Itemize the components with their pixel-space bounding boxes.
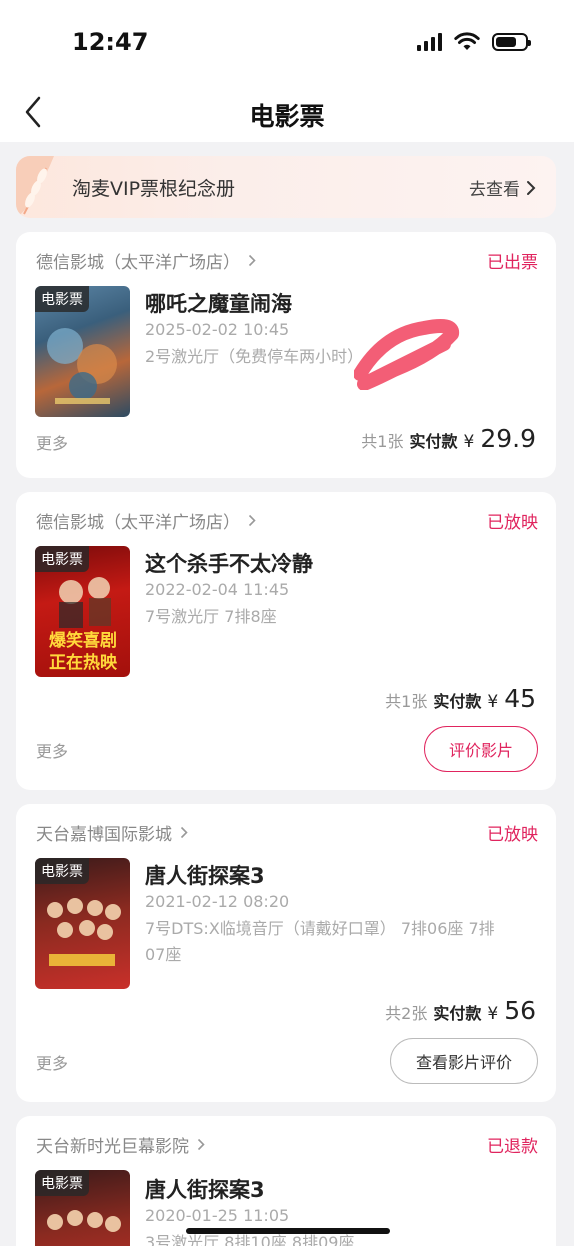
ticket-count: 共2张 — [385, 1004, 428, 1023]
home-indicator — [186, 1228, 390, 1234]
paid-label: 实付款 — [433, 692, 482, 711]
order-card[interactable]: 德信影城（太平洋广场店） 已出票 电影票 哪吒之魔童闹海 2025-02-02 … — [16, 232, 556, 478]
showtime: 2025-02-02 10:45 — [145, 320, 290, 339]
movie-title: 这个杀手不太冷静 — [145, 552, 313, 576]
price-row: 共1张 实付款 ¥ 45 — [385, 684, 536, 713]
more-link[interactable]: 更多 — [36, 430, 68, 454]
vip-banner-link-label: 去查看 — [469, 180, 520, 200]
chevron-right-icon — [180, 826, 188, 839]
movie-title: 唐人街探案3 — [145, 1178, 265, 1202]
cinema-name[interactable]: 天台嘉博国际影城 — [36, 820, 188, 845]
hall-info-line: 7号DTS:X临境音厅（请戴好口罩） 7排06座 7排 — [145, 919, 495, 938]
status-time: 12:47 — [72, 28, 149, 56]
vip-banner-link[interactable]: 去查看 — [469, 175, 536, 200]
currency-symbol: ¥ — [463, 432, 475, 452]
order-status: 已放映 — [487, 825, 538, 845]
battery-icon — [492, 33, 531, 51]
showtime: 2021-02-12 08:20 — [145, 892, 290, 911]
page-title: 电影票 — [249, 102, 325, 131]
nav-bar: 电影票 — [0, 84, 574, 140]
vip-ticket-album-banner[interactable]: 淘麦VIP票根纪念册 去查看 — [16, 156, 556, 218]
showtime: 2020-01-25 11:05 — [145, 1206, 290, 1225]
cinema-name[interactable]: 德信影城（太平洋广场店） — [36, 508, 256, 533]
cinema-name[interactable]: 天台新时光巨幕影院 — [36, 1132, 205, 1157]
movie-title: 哪吒之魔童闹海 — [145, 292, 292, 316]
header-area: 12:47 电影票 — [0, 0, 574, 142]
paid-amount: 56 — [504, 996, 536, 1025]
cinema-name-label: 天台新时光巨幕影院 — [36, 1137, 189, 1157]
rate-movie-button[interactable]: 评价影片 — [424, 726, 538, 772]
status-bar: 12:47 — [0, 0, 574, 80]
paid-label: 实付款 — [409, 432, 458, 451]
hall-info-line: 07座 — [145, 945, 182, 964]
hall-info: 7号激光厅 7排8座 — [145, 607, 277, 626]
movie-poster[interactable]: 电影票 — [35, 1170, 130, 1246]
showtime: 2022-02-04 11:45 — [145, 580, 290, 599]
paid-label: 实付款 — [433, 1004, 482, 1023]
price-row: 共2张 实付款 ¥ 56 — [385, 996, 536, 1025]
ticket-count: 共1张 — [385, 692, 428, 711]
chevron-right-icon — [248, 254, 256, 267]
paid-amount: 29.9 — [480, 424, 536, 453]
view-movie-review-button[interactable]: 查看影片评价 — [390, 1038, 538, 1084]
paid-amount: 45 — [504, 684, 536, 713]
cinema-name-label: 德信影城（太平洋广场店） — [36, 513, 240, 533]
order-status: 已放映 — [487, 513, 538, 533]
more-link[interactable]: 更多 — [36, 1050, 68, 1074]
cinema-name-label: 德信影城（太平洋广场店） — [36, 253, 240, 273]
vip-banner-text: 淘麦VIP票根纪念册 — [72, 178, 236, 200]
hall-info: 2号激光厅（免费停车两小时） — [145, 347, 364, 366]
hall-info: 7号DTS:X临境音厅（请戴好口罩） 7排06座 7排 07座 — [145, 916, 535, 968]
signal-icon — [417, 33, 442, 51]
movie-poster[interactable]: 电影票 — [35, 286, 130, 417]
order-card[interactable]: 天台嘉博国际影城 已放映 电影票 唐人街探案3 2021-02-12 08:20… — [16, 804, 556, 1102]
chevron-right-icon — [527, 180, 536, 195]
more-link[interactable]: 更多 — [36, 738, 68, 762]
poster-badge: 电影票 — [35, 286, 89, 312]
cinema-name[interactable]: 德信影城（太平洋广场店） — [36, 248, 256, 273]
order-status: 已出票 — [487, 253, 538, 273]
movie-poster[interactable]: 电影票 — [35, 858, 130, 989]
order-card[interactable]: 天台新时光巨幕影院 已退款 电影票 唐人街探案3 2020-01-25 11:0… — [16, 1116, 556, 1246]
wheat-decoration-icon — [16, 156, 54, 218]
ticket-count: 共1张 — [361, 432, 404, 451]
status-icons — [417, 32, 531, 52]
order-status: 已退款 — [487, 1137, 538, 1157]
poster-badge: 电影票 — [35, 858, 89, 884]
currency-symbol: ¥ — [487, 692, 499, 712]
wifi-icon — [454, 32, 480, 50]
currency-symbol: ¥ — [487, 1004, 499, 1024]
movie-title: 唐人街探案3 — [145, 864, 265, 888]
poster-badge: 电影票 — [35, 1170, 89, 1196]
price-row: 共1张 实付款 ¥ 29.9 — [361, 424, 536, 453]
cinema-name-label: 天台嘉博国际影城 — [36, 825, 172, 845]
order-card[interactable]: 德信影城（太平洋广场店） 已放映 电影票 爆笑喜剧 正在热映 这个杀手不太冷静 … — [16, 492, 556, 790]
poster-badge: 电影票 — [35, 546, 89, 572]
poster-caption: 爆笑喜剧 正在热映 — [49, 631, 117, 673]
chevron-right-icon — [197, 1138, 205, 1151]
movie-poster[interactable]: 电影票 爆笑喜剧 正在热映 — [35, 546, 130, 677]
chevron-right-icon — [248, 514, 256, 527]
